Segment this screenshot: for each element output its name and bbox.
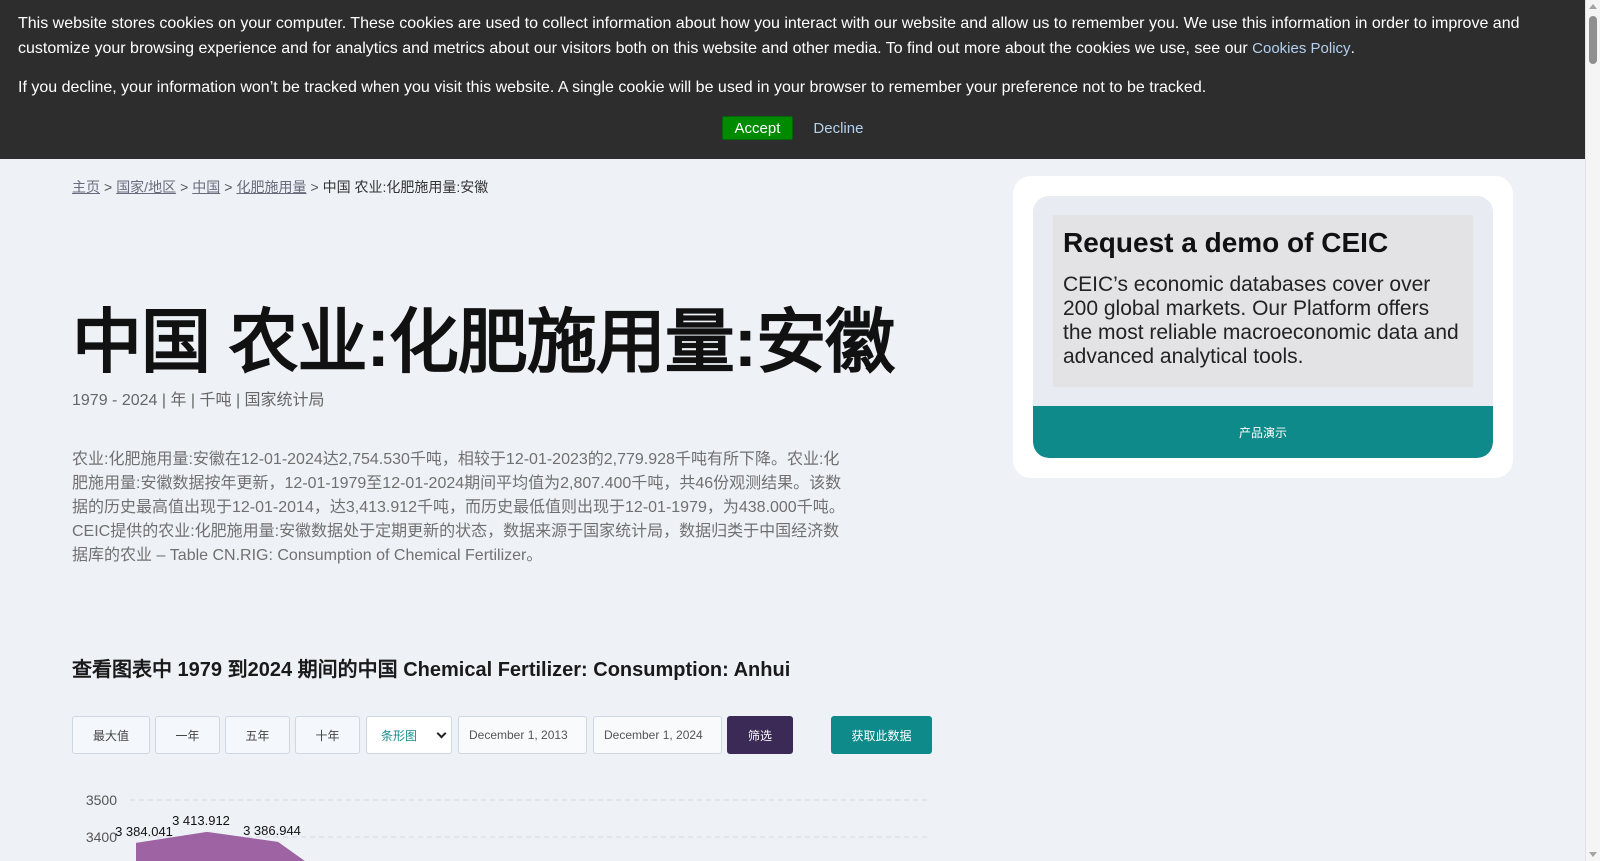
scroll-down-arrow-icon[interactable] — [1589, 852, 1597, 857]
product-demo-button[interactable]: 产品演示 — [1033, 406, 1493, 458]
demo-title: Request a demo of CEIC — [1063, 227, 1389, 258]
decline-cookies-button[interactable]: Decline — [813, 120, 863, 137]
page-title: 中国 农业:化肥施用量:安徽 — [72, 303, 895, 381]
breadcrumb: 主页 > 国家/地区 > 中国 > 化肥施用量 > 中国 农业:化肥施用量:安徽 — [72, 177, 488, 197]
breadcrumb-fertilizer[interactable]: 化肥施用量 — [236, 179, 306, 195]
cookie-text-primary: This website stores cookies on your comp… — [18, 12, 1567, 61]
demo-card: Request a demo of CEIC CEIC’s economic d… — [1013, 176, 1513, 478]
data-label: 3 386.944 — [243, 823, 301, 838]
breadcrumb-separator: > — [224, 179, 233, 195]
data-label: 3 384.041 — [115, 824, 173, 839]
breadcrumb-separator: > — [180, 179, 189, 195]
breadcrumb-china[interactable]: 中国 — [192, 179, 220, 195]
breadcrumb-separator: > — [104, 179, 113, 195]
get-data-button[interactable]: 获取此数据 — [831, 716, 932, 754]
demo-card-inner: Request a demo of CEIC CEIC’s economic d… — [1033, 196, 1493, 458]
chevron-down-icon — [436, 728, 447, 738]
breadcrumb-separator: > — [310, 179, 319, 195]
cookie-text-period: . — [1350, 39, 1355, 57]
range-1y-button[interactable]: 一年 — [155, 716, 220, 754]
breadcrumb-current: 中国 农业:化肥施用量:安徽 — [322, 179, 489, 195]
cookies-policy-link[interactable]: Cookies Policy — [1252, 40, 1350, 57]
series-description: 农业:化肥施用量:安徽在12-01-2024达2,754.530千吨，相较于12… — [72, 451, 845, 564]
scroll-up-arrow-icon[interactable] — [1589, 4, 1597, 9]
range-max-button[interactable]: 最大值 — [72, 716, 150, 754]
breadcrumb-countries[interactable]: 国家/地区 — [116, 179, 176, 195]
demo-body: CEIC’s economic databases cover over 200… — [1063, 273, 1459, 368]
filter-button[interactable]: 筛选 — [727, 716, 793, 754]
range-10y-button[interactable]: 十年 — [295, 716, 360, 754]
cookie-banner: This website stores cookies on your comp… — [0, 0, 1585, 159]
accept-cookies-button[interactable]: Accept — [721, 116, 794, 140]
y-tick-label: 3400 — [86, 829, 117, 845]
data-label: 3 413.912 — [172, 813, 230, 828]
cookie-actions: Accept Decline — [0, 116, 1585, 140]
chart-type-select[interactable]: 条形图 — [366, 716, 452, 754]
range-5y-button[interactable]: 五年 — [225, 716, 290, 754]
cookie-text-secondary: If you decline, your information won’t b… — [18, 79, 1207, 96]
fertilizer-area-chart: 3500 34003 384.0413 413.912 3 386.944 — [86, 792, 930, 861]
breadcrumb-home[interactable]: 主页 — [72, 179, 100, 195]
y-tick-label: 3500 — [86, 792, 117, 808]
page-scrollbar[interactable] — [1585, 0, 1600, 861]
scroll-thumb[interactable] — [1589, 16, 1597, 64]
date-to-input[interactable]: December 1, 2024 — [593, 716, 722, 754]
demo-text-box: Request a demo of CEIC CEIC’s economic d… — [1053, 215, 1473, 387]
series-meta: 1979 - 2024 | 年 | 千吨 | 国家统计局 — [72, 392, 325, 409]
chart-heading: 查看图表中 1979 到2024 期间的中国 Chemical Fertiliz… — [72, 659, 791, 681]
date-from-input[interactable]: December 1, 2013 — [458, 716, 587, 754]
chart-type-value: 条形图 — [381, 728, 418, 743]
